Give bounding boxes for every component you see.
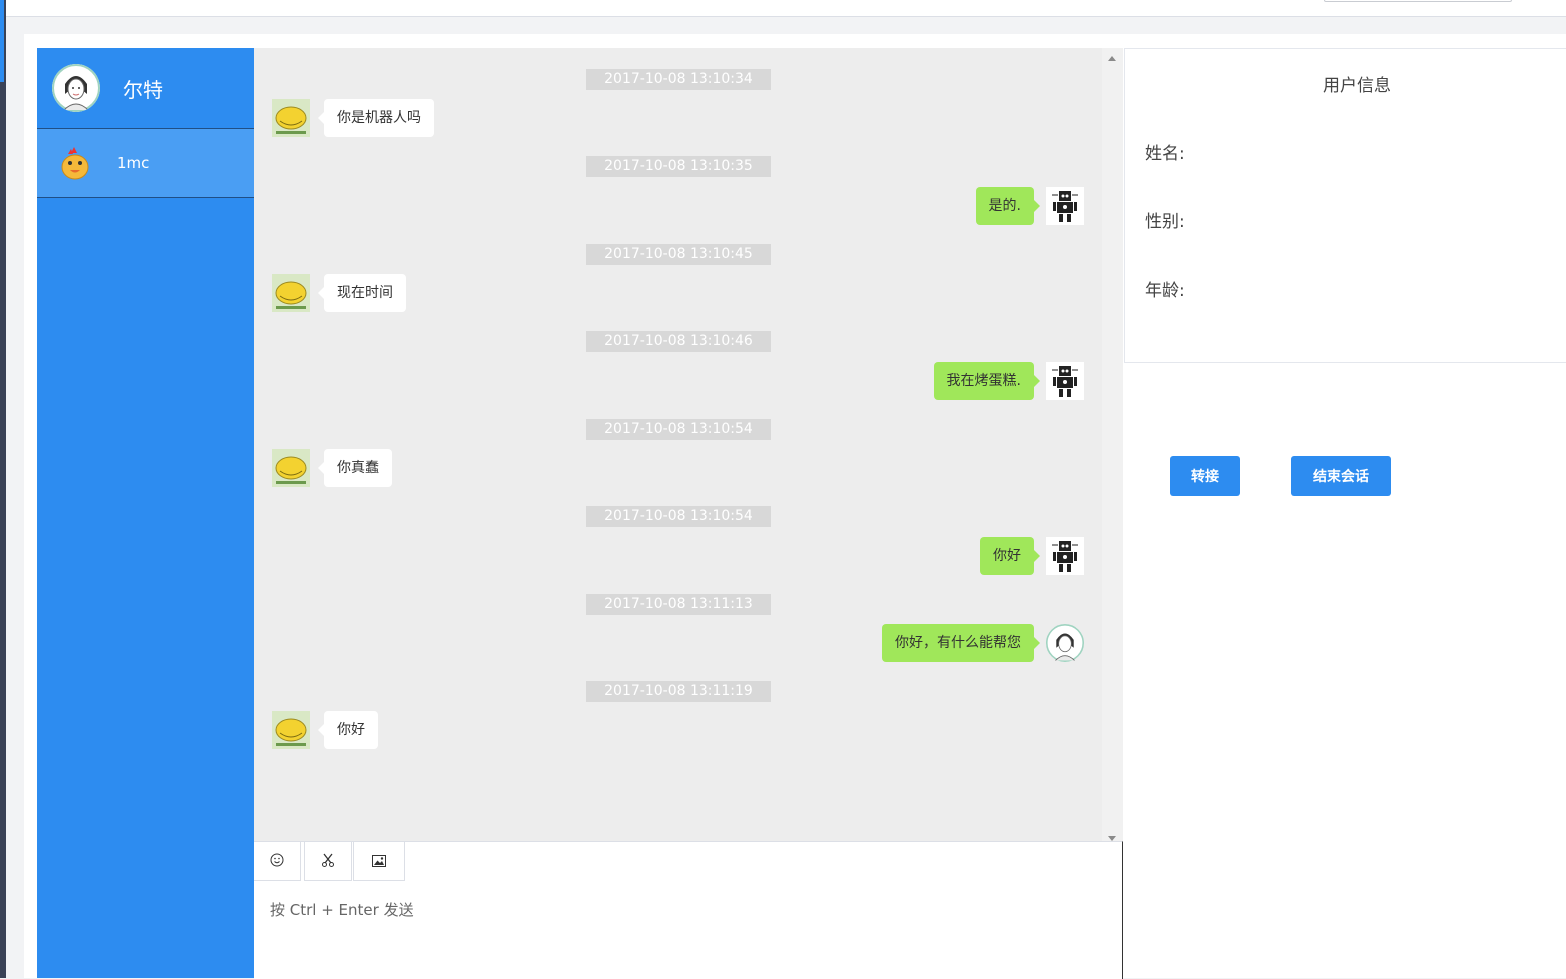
message-timestamp: 2017-10-08 13:10:46	[586, 331, 771, 352]
age-label: 年龄:	[1145, 281, 1185, 301]
message-bubble: 你真蠢	[318, 449, 392, 487]
customer-avatar-icon	[272, 99, 310, 137]
message-row: 现在时间	[272, 274, 406, 312]
message-timestamp: 2017-10-08 13:11:13	[586, 594, 771, 615]
robot-avatar-icon	[1046, 537, 1084, 575]
os-side-strip	[0, 0, 6, 978]
message-timestamp: 2017-10-08 13:10:45	[586, 244, 771, 265]
woman-portrait-icon	[1046, 624, 1084, 662]
chat-history[interactable]: 2017-10-08 13:10:34 你是机器人吗 2017-10-08 13…	[254, 48, 1102, 841]
emoji-icon	[270, 852, 284, 871]
user-info-title: 用户信息	[1323, 76, 1391, 96]
message-timestamp: 2017-10-08 13:10:54	[586, 419, 771, 440]
user-info-panel: 用户信息 姓名: 性别: 年龄:	[1124, 48, 1566, 363]
message-bubble: 你好，有什么能帮您	[882, 624, 1040, 662]
message-bubble: 你是机器人吗	[318, 99, 434, 137]
composer-toolbar	[254, 842, 408, 881]
customer-avatar-icon	[272, 274, 310, 312]
gender-label: 性别:	[1145, 212, 1185, 232]
customer-avatar-icon	[272, 711, 310, 749]
message-row: 你好	[980, 537, 1084, 575]
message-row: 你好	[272, 711, 378, 749]
message-input[interactable]	[268, 900, 1092, 920]
message-row: 我在烤蛋糕.	[933, 362, 1084, 400]
message-bubble: 你好	[318, 711, 378, 749]
transfer-button[interactable]: 转接	[1170, 456, 1240, 496]
end-session-button[interactable]: 结束会话	[1291, 456, 1391, 496]
woman-portrait-icon	[52, 64, 100, 112]
message-bubble: 你好	[980, 537, 1040, 575]
message-bubble: 我在烤蛋糕.	[933, 362, 1041, 400]
sidebar: 尔特 1mc	[37, 48, 254, 978]
session-item-1mc[interactable]: 1mc	[37, 129, 254, 198]
message-row: 是的.	[975, 187, 1084, 225]
robot-avatar-icon	[1046, 362, 1084, 400]
agent-profile: 尔特	[37, 48, 254, 129]
customer-avatar-icon	[272, 449, 310, 487]
message-row: 你真蠢	[272, 449, 392, 487]
message-composer	[254, 841, 1123, 979]
top-bar	[6, 0, 1566, 17]
scissors-icon	[321, 852, 335, 871]
message-bubble: 是的.	[975, 187, 1041, 225]
name-label: 姓名:	[1145, 144, 1185, 164]
message-row: 你是机器人吗	[272, 99, 434, 137]
message-timestamp: 2017-10-08 13:10:34	[586, 69, 771, 90]
chick-avatar-icon	[59, 145, 91, 181]
image-icon	[372, 852, 386, 871]
os-side-accent	[0, 0, 4, 82]
message-bubble: 现在时间	[318, 274, 406, 312]
message-timestamp: 2017-10-08 13:10:35	[586, 156, 771, 177]
session-name: 1mc	[117, 154, 150, 172]
chat-scrollbar[interactable]	[1102, 48, 1123, 841]
message-row: 你好，有什么能帮您	[882, 624, 1084, 662]
image-button[interactable]	[353, 842, 405, 881]
agent-name: 尔特	[123, 77, 163, 102]
scroll-up-arrow-icon[interactable]	[1108, 56, 1116, 61]
screenshot-button[interactable]	[304, 842, 352, 881]
top-search-input[interactable]	[1324, 0, 1512, 2]
emoji-button[interactable]	[254, 842, 301, 881]
message-timestamp: 2017-10-08 13:11:19	[586, 681, 771, 702]
message-timestamp: 2017-10-08 13:10:54	[586, 506, 771, 527]
robot-avatar-icon	[1046, 187, 1084, 225]
